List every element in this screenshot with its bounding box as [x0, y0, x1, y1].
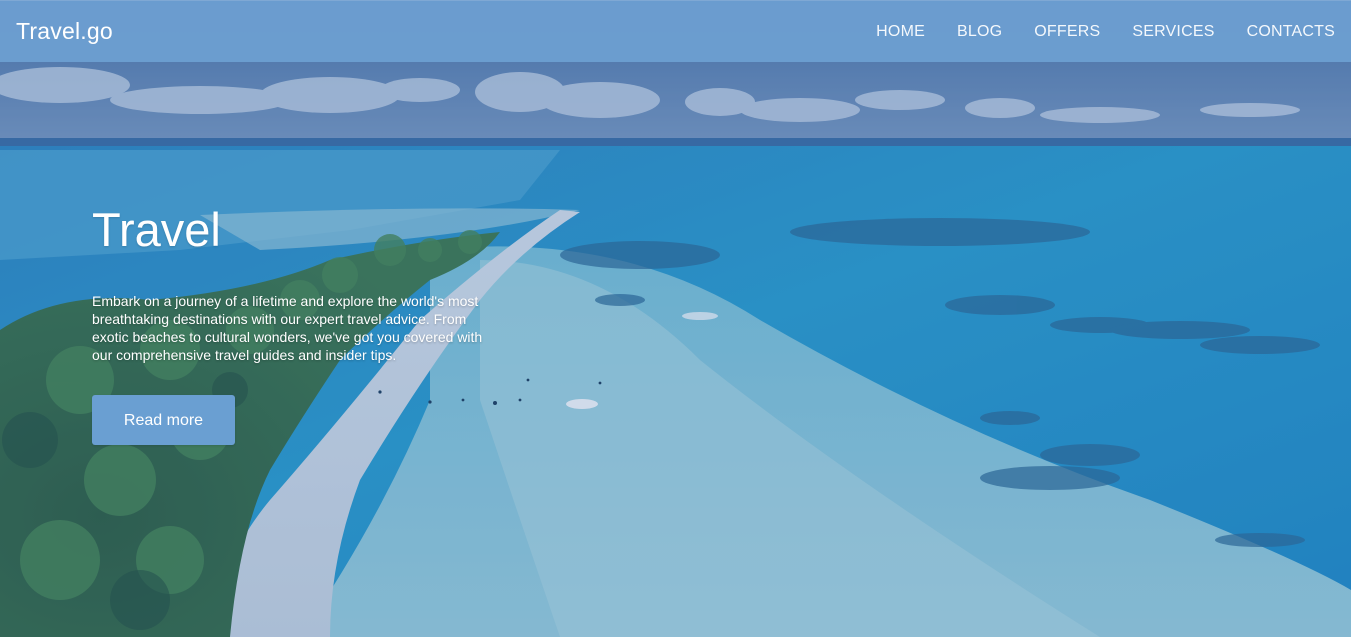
hero-content: Travel Embark on a journey of a lifetime…: [92, 200, 512, 445]
nav-link-blog[interactable]: BLOG: [957, 23, 1002, 41]
nav-link-services[interactable]: SERVICES: [1132, 23, 1214, 41]
nav-links: HOME BLOG OFFERS SERVICES CONTACTS: [876, 23, 1335, 41]
page: Travel.go HOME BLOG OFFERS SERVICES CONT…: [0, 0, 1351, 637]
nav-link-contacts[interactable]: CONTACTS: [1247, 23, 1335, 41]
read-more-button[interactable]: Read more: [92, 395, 235, 445]
nav-link-home[interactable]: HOME: [876, 23, 925, 41]
nav-link-offers[interactable]: OFFERS: [1034, 23, 1100, 41]
hero-description: Embark on a journey of a lifetime and ex…: [92, 293, 483, 363]
navbar: Travel.go HOME BLOG OFFERS SERVICES CONT…: [0, 0, 1351, 62]
hero-title: Travel: [92, 203, 221, 256]
brand-logo[interactable]: Travel.go: [16, 18, 113, 45]
